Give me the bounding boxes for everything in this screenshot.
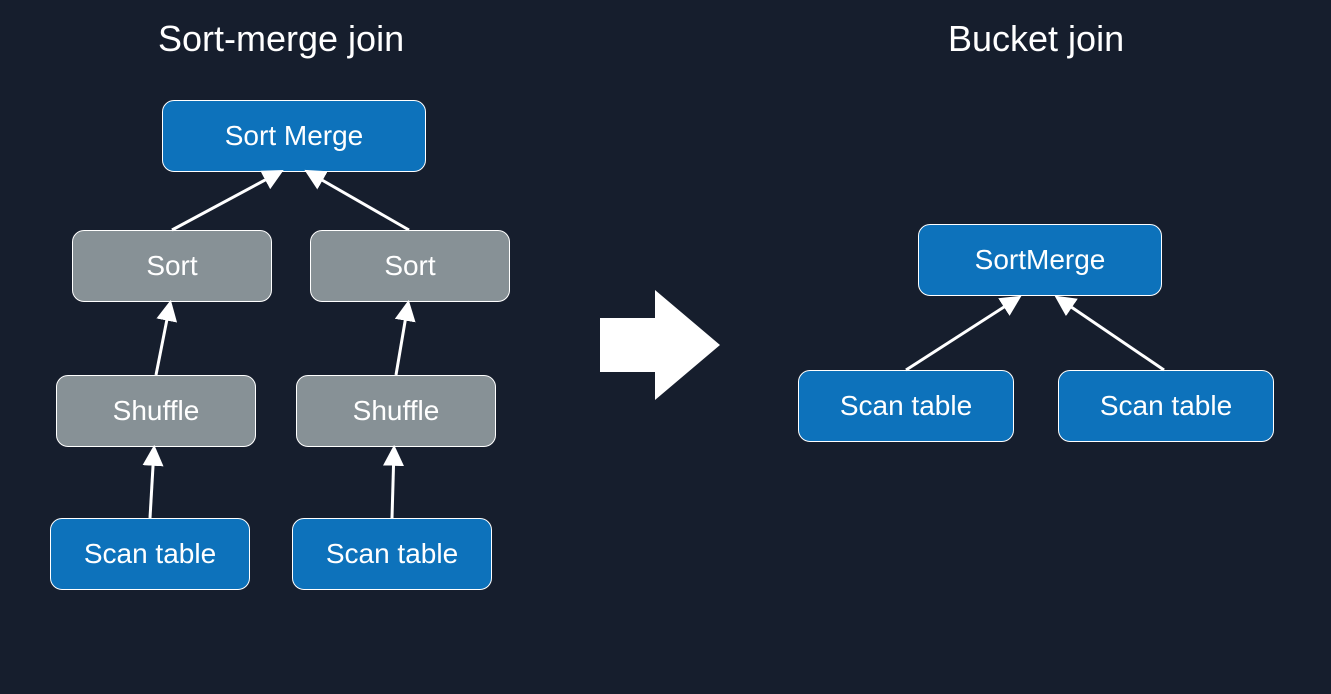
node-sort-right: Sort bbox=[310, 230, 510, 302]
node-shuffle-left: Shuffle bbox=[56, 375, 256, 447]
node-bucket-sort-merge: SortMerge bbox=[918, 224, 1162, 296]
node-shuffle-right: Shuffle bbox=[296, 375, 496, 447]
right-diagram-title: Bucket join bbox=[948, 18, 1124, 60]
diagram-stage: Sort-merge join Bucket join Sort Merge S… bbox=[0, 0, 1331, 694]
node-scan-table-left: Scan table bbox=[50, 518, 250, 590]
transition-arrow-icon bbox=[600, 290, 720, 400]
node-scan-table-right: Scan table bbox=[292, 518, 492, 590]
node-sort-left: Sort bbox=[72, 230, 272, 302]
node-sort-merge: Sort Merge bbox=[162, 100, 426, 172]
node-bucket-scan-left: Scan table bbox=[798, 370, 1014, 442]
node-bucket-scan-right: Scan table bbox=[1058, 370, 1274, 442]
left-diagram-title: Sort-merge join bbox=[158, 18, 404, 60]
